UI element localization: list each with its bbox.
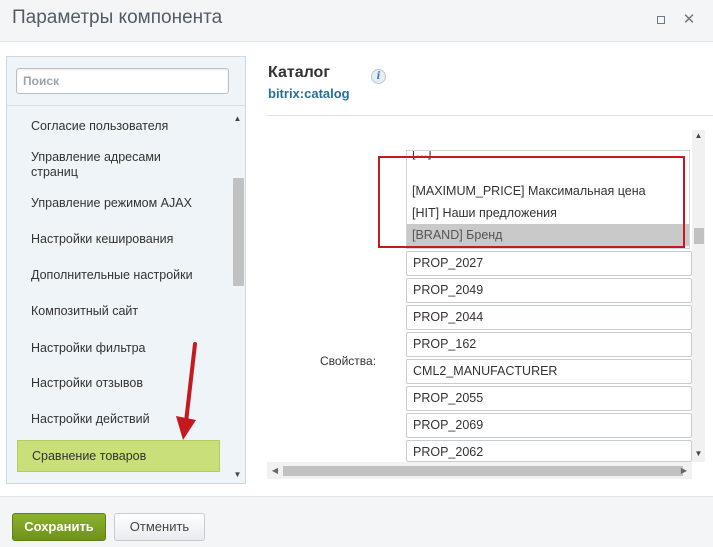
annotation-arrow-icon	[176, 342, 197, 440]
sidebar-scrollbar[interactable]: ▲ ▼	[231, 113, 244, 481]
scroll-down-icon[interactable]: ▼	[692, 448, 705, 460]
property-field[interactable]: PROP_2044	[406, 305, 692, 330]
close-icon: ✕	[682, 11, 696, 28]
cancel-button[interactable]: Отменить	[114, 513, 205, 541]
listbox-option[interactable]: [HIT] Наши предложения	[407, 202, 689, 224]
scroll-up-icon[interactable]: ▲	[231, 113, 244, 125]
listbox-option-selected[interactable]: [BRAND] Бренд	[407, 224, 689, 246]
sidebar-item-composite-site[interactable]: Композитный сайт	[17, 304, 220, 319]
sidebar-item-additional-settings[interactable]: Дополнительные настройки	[17, 268, 220, 283]
component-code: bitrix:catalog	[268, 86, 350, 101]
search-input[interactable]	[17, 69, 228, 93]
component-title: Каталог	[268, 64, 330, 81]
sidebar-item-cache-settings[interactable]: Настройки кеширования	[17, 232, 220, 247]
sidebar-divider	[7, 105, 245, 106]
header-divider	[267, 115, 713, 116]
sidebar: Согласие пользователя Управление адресам…	[6, 56, 246, 484]
sidebar-item-user-consent[interactable]: Согласие пользователя	[17, 119, 220, 134]
minimize-button[interactable]	[652, 11, 670, 29]
property-field[interactable]: PROP_2055	[406, 386, 692, 411]
properties-label: Свойства:	[320, 354, 377, 368]
property-field[interactable]: PROP_2027	[406, 251, 692, 276]
property-field[interactable]: PROP_2069	[406, 413, 692, 438]
sidebar-item-ajax-mode[interactable]: Управление режимом AJAX	[17, 196, 220, 211]
title-bar: Параметры компонента ✕	[0, 0, 713, 42]
content-scrollbar-vertical[interactable]: ▲ ▼	[692, 130, 705, 462]
search-box	[16, 68, 229, 94]
scroll-left-icon[interactable]: ◀	[269, 464, 281, 477]
scroll-right-icon[interactable]: ▶	[678, 464, 690, 477]
sidebar-scroll-thumb[interactable]	[233, 178, 244, 286]
listbox-option[interactable]: [MAXIMUM_PRICE] Максимальная цена	[407, 180, 689, 202]
dialog-footer: Сохранить Отменить	[0, 496, 713, 547]
sidebar-item-product-comparison[interactable]: Сравнение товаров	[17, 440, 220, 472]
listbox-option-partial[interactable]: […]	[407, 151, 689, 164]
dialog-title: Параметры компонента	[12, 7, 223, 28]
info-icon[interactable]: i	[371, 69, 386, 84]
component-parameters-dialog: Параметры компонента ✕ Согласие пользова…	[0, 0, 713, 547]
property-field[interactable]: CML2_MANUFACTURER	[406, 359, 692, 384]
property-field[interactable]: PROP_2062	[406, 440, 692, 462]
scroll-up-icon[interactable]: ▲	[692, 130, 705, 142]
close-button[interactable]: ✕	[680, 11, 698, 29]
sidebar-item-url-management[interactable]: Управление адресами страниц	[17, 150, 187, 180]
horizontal-scroll-thumb[interactable]	[283, 466, 683, 476]
save-button[interactable]: Сохранить	[12, 513, 106, 541]
scroll-down-icon[interactable]: ▼	[231, 469, 244, 481]
content-scrollbar-horizontal[interactable]: ◀ ▶	[267, 462, 692, 479]
properties-listbox[interactable]: […] [MAXIMUM_PRICE] Максимальная цена [H…	[406, 150, 690, 249]
property-field[interactable]: PROP_162	[406, 332, 692, 357]
square-icon	[657, 16, 665, 24]
property-field[interactable]: PROP_2049	[406, 278, 692, 303]
content-scroll-thumb[interactable]	[694, 228, 704, 244]
